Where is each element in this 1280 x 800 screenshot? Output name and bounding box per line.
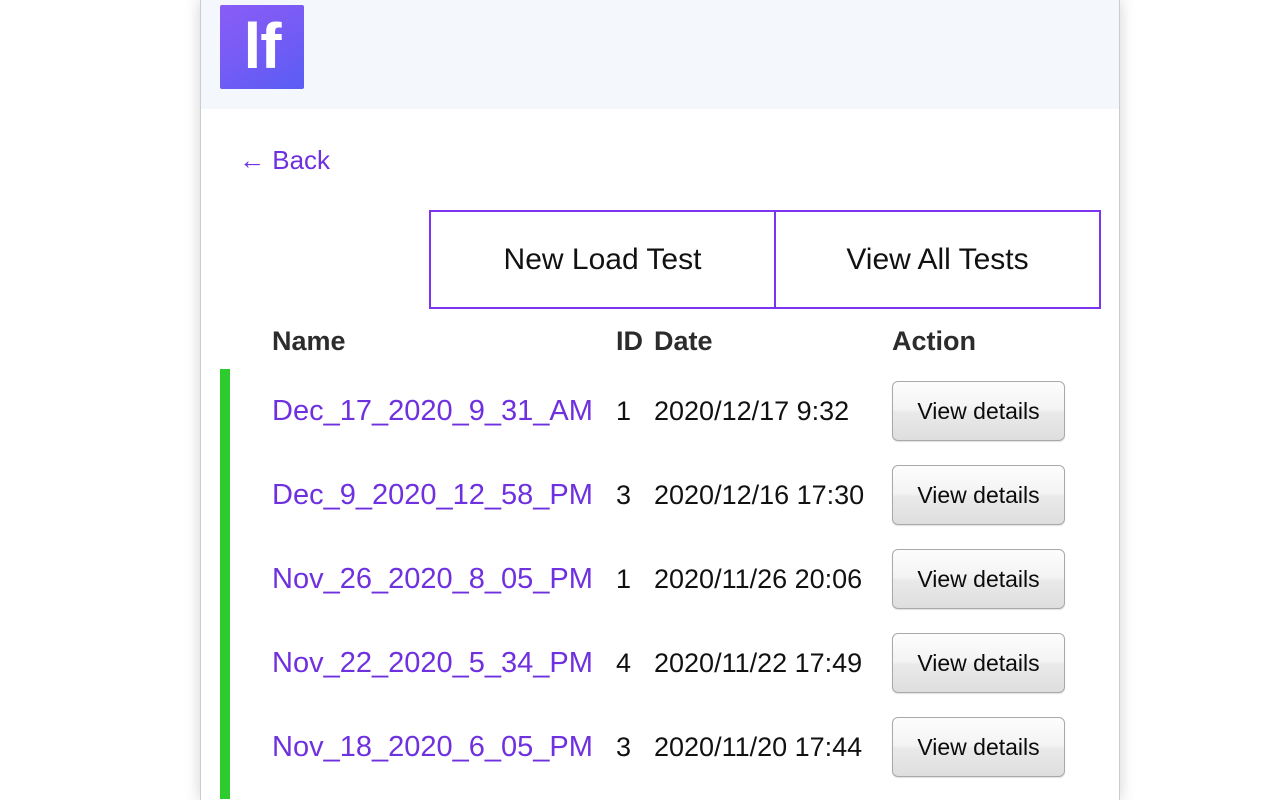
row-status-indicator — [201, 695, 230, 799]
cell-id: 1 — [616, 395, 632, 426]
view-details-button[interactable]: View details — [892, 717, 1065, 777]
row-status-indicator — [201, 443, 230, 547]
cell-name: Dec_17_2020_9_31_AM — [230, 369, 616, 453]
row-status-indicator — [201, 369, 230, 463]
view-details-button[interactable]: View details — [892, 381, 1065, 441]
cell-action: View details — [886, 705, 1119, 789]
cell-date: 2020/12/16 17:30 — [654, 479, 865, 510]
site-header: lf — [201, 0, 1119, 109]
cell-date: 2020/11/20 17:44 — [654, 731, 863, 762]
brand-logo-label: lf — [243, 10, 281, 82]
cell-action: View details — [886, 453, 1119, 537]
new-load-test-button[interactable]: New Load Test — [429, 210, 775, 309]
cell-name: Nov_18_2020_6_05_PM — [230, 705, 616, 789]
row-status-indicator — [201, 527, 230, 631]
column-header-status — [201, 326, 230, 369]
back-link-row: ← Back — [201, 109, 1119, 175]
row-status-indicator — [201, 611, 230, 715]
status-bar — [220, 695, 230, 799]
view-details-button[interactable]: View details — [892, 465, 1065, 525]
table-row: Dec_17_2020_9_31_AM 1 2020/12/17 9:32 View … — [201, 369, 1119, 463]
view-details-button[interactable]: View details — [892, 633, 1065, 693]
cell-date: 2020/12/17 9:32 — [654, 395, 850, 426]
view-all-tests-button[interactable]: View All Tests — [775, 210, 1101, 309]
cell-name: Nov_22_2020_5_34_PM — [230, 621, 616, 705]
page-container: lf ← Back New Load Test View All Tests N… — [200, 0, 1120, 800]
tests-table: Name ID Date Action Dec_17_2020_9_31_AM 1… — [201, 326, 1119, 799]
column-header-action: Action — [892, 326, 976, 356]
action-button-group: New Load Test View All Tests — [201, 210, 1119, 309]
cell-action: View details — [886, 621, 1119, 705]
table-row: Dec_9_2020_12_58_PM 3 2020/12/16 17:30 View… — [201, 443, 1119, 547]
cell-name: Nov_26_2020_8_05_PM — [230, 537, 616, 621]
cell-id: 4 — [616, 647, 632, 678]
cell-action: View details — [886, 537, 1119, 621]
cell-date: 2020/11/26 20:06 — [654, 563, 863, 594]
cell-id: 3 — [616, 479, 632, 510]
cell-date: 2020/11/22 17:49 — [654, 647, 863, 678]
table-row: Nov_22_2020_5_34_PM 4 2020/11/22 17:49 View… — [201, 611, 1119, 715]
column-header-id: ID — [616, 326, 643, 356]
tests-table-body: Dec_17_2020_9_31_AM 1 2020/12/17 9:32 View … — [201, 369, 1119, 799]
cell-name: Dec_9_2020_12_58_PM — [230, 453, 616, 537]
cell-id: 1 — [616, 563, 632, 594]
table-header-row: Name ID Date Action — [201, 326, 1119, 369]
table-row: Nov_26_2020_8_05_PM 1 2020/11/26 20:06 View… — [201, 527, 1119, 631]
page-body: ← Back New Load Test View All Tests Name… — [201, 109, 1119, 799]
test-name-link[interactable]: Nov_26_2020_8_05_PM — [272, 563, 593, 595]
back-link[interactable]: ← Back — [239, 145, 330, 175]
test-name-link[interactable]: Dec_17_2020_9_31_AM — [272, 395, 593, 427]
test-name-link[interactable]: Nov_22_2020_5_34_PM — [272, 647, 593, 679]
column-header-name: Name — [272, 326, 346, 356]
tests-table-head: Name ID Date Action — [201, 326, 1119, 369]
column-header-date: Date — [654, 326, 713, 356]
cell-id: 3 — [616, 731, 632, 762]
viewport: lf ← Back New Load Test View All Tests N… — [0, 0, 1280, 800]
table-row: Nov_18_2020_6_05_PM 3 2020/11/20 17:44 View… — [201, 695, 1119, 799]
test-name-link[interactable]: Dec_9_2020_12_58_PM — [272, 479, 593, 511]
view-details-button[interactable]: View details — [892, 549, 1065, 609]
brand-logo-icon[interactable]: lf — [220, 5, 304, 89]
cell-action: View details — [886, 369, 1119, 453]
test-name-link[interactable]: Nov_18_2020_6_05_PM — [272, 731, 593, 763]
